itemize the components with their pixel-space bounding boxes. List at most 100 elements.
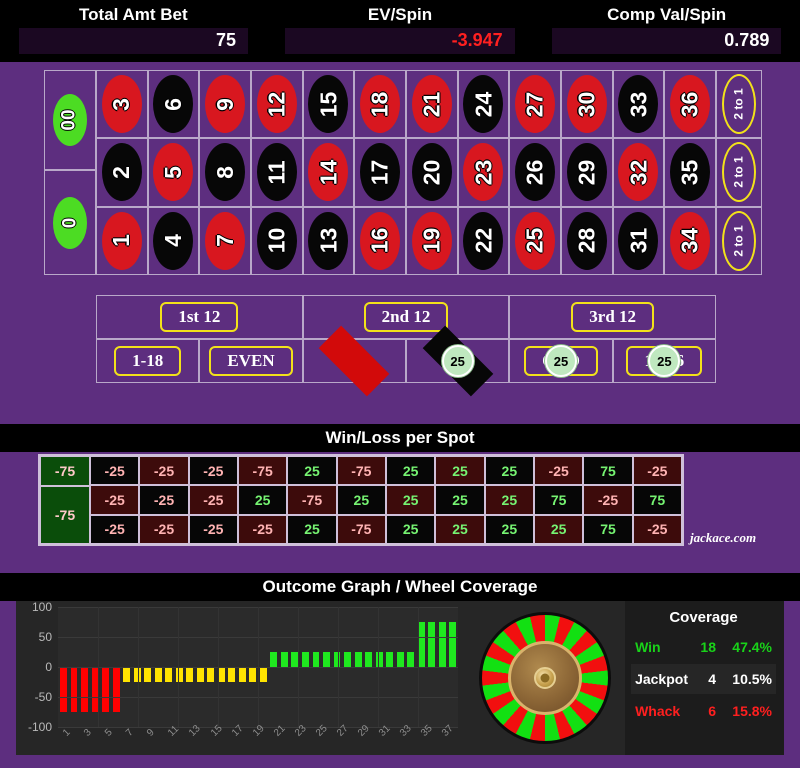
winloss-cell: -25 [583, 485, 633, 515]
winloss-cell: -25 [188, 485, 238, 515]
x-tick: 9 [145, 727, 158, 739]
outside-bet-EVEN[interactable]: EVEN [199, 339, 303, 383]
number-label: 26 [521, 159, 548, 186]
bet-spot-26[interactable]: 26 [509, 138, 561, 207]
chart-bar [81, 667, 88, 712]
number-oval: 8 [205, 143, 246, 202]
dozen-bet-1[interactable]: 1st 12 [96, 295, 303, 339]
bet-spot-13[interactable]: 13 [302, 206, 355, 275]
coverage-label: Whack [635, 703, 681, 719]
bet-spot-30[interactable]: 30 [561, 70, 613, 139]
number-label: 32 [624, 159, 651, 186]
x-tick: 7 [124, 727, 137, 739]
number-label: 15 [314, 91, 341, 117]
bet-spot-9[interactable]: 9 [199, 70, 251, 139]
chart-bar [70, 667, 78, 712]
outside-bet-diamond-red[interactable] [302, 325, 406, 397]
bet-spot-17[interactable]: 17 [354, 138, 406, 207]
outside-bet-diamond-black[interactable]: 25 [406, 325, 510, 397]
column-bet-1[interactable]: 2 to 1 [716, 70, 762, 139]
column-bet-oval: 2 to 1 [722, 74, 756, 135]
bet-chip[interactable]: 25 [441, 345, 474, 377]
bet-spot-16[interactable]: 16 [354, 206, 406, 275]
bet-spot-23[interactable]: 23 [457, 138, 510, 207]
zero-oval: 00 [53, 94, 87, 146]
chart-bar [186, 667, 194, 682]
chart-bar [207, 667, 215, 682]
chart-bar [449, 622, 457, 667]
winloss-cell: 75 [583, 456, 633, 486]
column-bet-3[interactable]: 2 to 1 [716, 206, 762, 275]
column-bet-2[interactable]: 2 to 1 [716, 138, 762, 207]
bet-chip[interactable]: 25 [544, 345, 577, 377]
bet-spot-34[interactable]: 34 [664, 206, 716, 275]
bet-spot-8[interactable]: 8 [199, 138, 251, 207]
bet-spot-1[interactable]: 1 [96, 206, 148, 275]
winloss-cell: -25 [533, 456, 584, 486]
bet-spot-18[interactable]: 18 [354, 70, 406, 139]
number-label: 35 [676, 159, 703, 186]
gridline-v [337, 607, 339, 727]
number-oval: 3 [101, 75, 142, 134]
number-oval: 11 [256, 143, 297, 202]
bet-spot-22[interactable]: 22 [457, 206, 510, 275]
outside-bet-19-36[interactable]: 19-3625 [612, 339, 716, 383]
bet-spot-25[interactable]: 25 [509, 206, 561, 275]
number-oval: 28 [566, 211, 607, 270]
bet-spot-2[interactable]: 2 [96, 138, 148, 207]
bet-spot-11[interactable]: 11 [251, 138, 303, 207]
winloss-cell: 75 [632, 485, 682, 515]
chart-bar [354, 652, 362, 667]
bet-spot-5[interactable]: 5 [147, 138, 200, 207]
bet-spot-14[interactable]: 14 [302, 138, 355, 207]
bet-spot-33[interactable]: 33 [612, 70, 665, 139]
bet-spot-6[interactable]: 6 [147, 70, 200, 139]
bet-spot-19[interactable]: 19 [406, 206, 458, 275]
column-bet-label: 2 to 1 [732, 88, 746, 120]
zero-column: 00 0 [44, 70, 96, 275]
bet-spot-3[interactable]: 3 [96, 70, 148, 139]
chart-bar [344, 652, 351, 667]
outside-bet-ODD[interactable]: ODD25 [509, 339, 613, 383]
winloss-zero-cell: -75 [40, 456, 90, 486]
winloss-cell: 25 [385, 485, 436, 515]
bet-spot-00[interactable]: 00 [44, 70, 96, 170]
dozen-bet-3[interactable]: 3rd 12 [509, 295, 716, 339]
diamond-wrap [312, 325, 396, 397]
bet-spot-29[interactable]: 29 [561, 138, 613, 207]
bet-spot-21[interactable]: 21 [406, 70, 458, 139]
bet-spot-35[interactable]: 35 [664, 138, 716, 207]
bet-spot-7[interactable]: 7 [199, 206, 251, 275]
outside-bet-1-18[interactable]: 1-18 [96, 339, 200, 383]
chart-bar [196, 667, 204, 682]
coverage-title: Coverage [669, 609, 738, 626]
bet-spot-31[interactable]: 31 [612, 206, 665, 275]
bet-spot-32[interactable]: 32 [612, 138, 665, 207]
number-oval: 19 [411, 211, 452, 270]
number-oval: 30 [566, 75, 607, 134]
number-oval: 29 [566, 143, 607, 202]
bet-spot-36[interactable]: 36 [664, 70, 716, 139]
stat-2: Comp Val/Spin 0.789 [533, 0, 800, 62]
coverage-row-win: Win 18 47.4% [631, 632, 776, 662]
winloss-cell: -25 [90, 485, 140, 515]
number-label: 13 [314, 228, 341, 254]
bet-spot-20[interactable]: 20 [406, 138, 458, 207]
winloss-cell: 75 [533, 485, 584, 515]
bet-spot-10[interactable]: 10 [251, 206, 303, 275]
coverage-pct: 10.5% [732, 671, 772, 687]
bet-spot-27[interactable]: 27 [509, 70, 561, 139]
y-tick: 100 [31, 600, 52, 614]
winloss-cell: -25 [90, 514, 140, 544]
bet-spot-15[interactable]: 15 [302, 70, 355, 139]
winloss-cell: 25 [484, 456, 534, 486]
bet-spot-24[interactable]: 24 [457, 70, 510, 139]
bet-chip[interactable]: 25 [648, 345, 681, 377]
bet-spot-12[interactable]: 12 [251, 70, 303, 139]
stat-label: Total Amt Bet [79, 5, 188, 24]
bet-spot-28[interactable]: 28 [561, 206, 613, 275]
bet-spot-4[interactable]: 4 [147, 206, 200, 275]
number-oval: 2 [101, 143, 142, 202]
bet-spot-0[interactable]: 0 [44, 170, 96, 275]
winloss-zero-column: -75 -75 [40, 456, 90, 544]
